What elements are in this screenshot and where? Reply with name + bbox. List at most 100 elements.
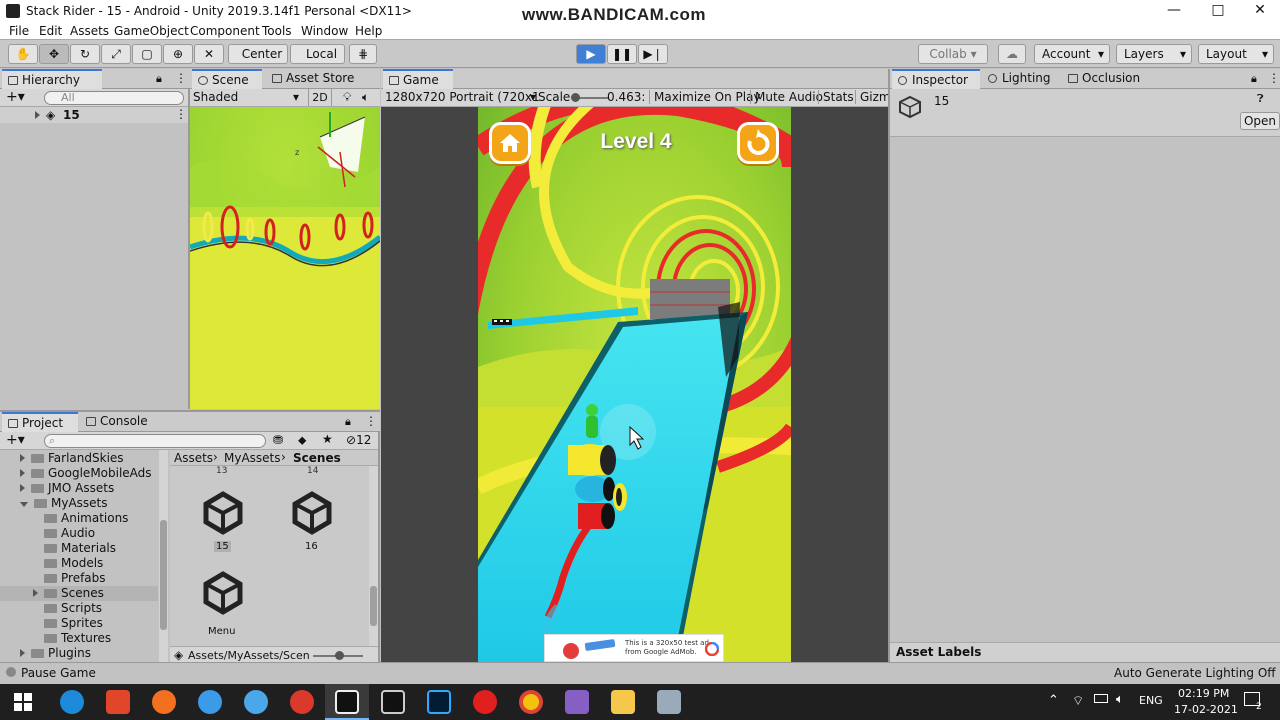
open-button[interactable]: Open xyxy=(1240,112,1280,130)
app-icon[interactable] xyxy=(290,690,314,714)
menu-dots-icon[interactable]: ⋮ xyxy=(365,414,377,428)
pivot-local-button[interactable]: Local xyxy=(290,44,345,64)
vivaldi-icon[interactable] xyxy=(106,690,130,714)
breadcrumb-myassets[interactable]: MyAssets xyxy=(224,451,281,465)
photoshop-icon[interactable] xyxy=(427,690,451,714)
volume-icon[interactable]: 🔈︎ xyxy=(1116,692,1124,707)
tab-scene[interactable]: Scene xyxy=(192,69,262,89)
tab-inspector[interactable]: Inspector xyxy=(892,69,980,89)
maximize-on-play-toggle[interactable]: Maximize On Play xyxy=(649,90,761,104)
breadcrumb-assets[interactable]: Assets xyxy=(174,451,213,465)
tree-item-animations[interactable]: Animations xyxy=(44,511,128,526)
tree-item-plugins[interactable]: Plugins xyxy=(20,646,91,661)
asset-labels-bar[interactable]: Asset Labels xyxy=(890,642,1280,662)
filter-type-icon[interactable]: ⛃ xyxy=(273,433,283,447)
hierarchy-row-scene[interactable]: ◈ 15 ⋮ xyxy=(0,107,188,123)
help-icon[interactable]: ❓︎ xyxy=(1257,92,1264,106)
expand-arrow-icon[interactable] xyxy=(33,589,38,597)
expand-arrow-icon[interactable] xyxy=(20,454,25,462)
lock-icon[interactable]: 🔒︎ xyxy=(156,72,162,86)
breadcrumb-scenes[interactable]: Scenes xyxy=(293,451,341,465)
visual-studio-icon[interactable] xyxy=(565,690,589,714)
tree-item-models[interactable]: Models xyxy=(44,556,103,571)
asset-scene-16[interactable]: 16 xyxy=(283,490,341,560)
lock-icon[interactable]: 🔒︎ xyxy=(1251,72,1257,86)
expand-arrow-icon[interactable] xyxy=(35,111,40,119)
edge-icon[interactable] xyxy=(60,690,84,714)
minimize-button[interactable]: — xyxy=(1152,0,1196,22)
expand-arrow-icon[interactable] xyxy=(20,649,25,657)
tree-item-textures[interactable]: Textures xyxy=(44,631,111,646)
wifi-icon[interactable]: ⌔ xyxy=(1072,693,1084,709)
transform-tool-icon[interactable]: ⊕ xyxy=(163,44,193,64)
tab-game[interactable]: Game xyxy=(383,69,453,89)
battery-icon[interactable] xyxy=(1094,694,1108,703)
layout-dropdown[interactable]: Layout ▾ xyxy=(1198,44,1274,64)
2d-toggle[interactable]: 2D xyxy=(308,89,332,106)
scale-slider[interactable] xyxy=(571,93,608,102)
tab-hierarchy[interactable]: Hierarchy xyxy=(2,69,102,89)
menu-file[interactable]: File xyxy=(9,24,29,38)
menu-dots-icon[interactable]: ⋮ xyxy=(175,107,187,121)
tab-project[interactable]: Project xyxy=(2,412,78,432)
move-tool-icon[interactable]: ✥ xyxy=(39,44,69,64)
lock-icon[interactable]: 🔒︎ xyxy=(345,415,351,429)
tree-item-prefabs[interactable]: Prefabs xyxy=(44,571,106,586)
opera-icon[interactable] xyxy=(473,690,497,714)
menu-assets[interactable]: Assets xyxy=(70,24,109,38)
menu-dots-icon[interactable]: ⋮ xyxy=(175,71,187,85)
light-toggle-icon[interactable]: 💡︎ xyxy=(343,90,351,105)
rect-tool-icon[interactable]: ▢ xyxy=(132,44,162,64)
file-explorer-icon[interactable] xyxy=(611,690,635,714)
resolution-dropdown[interactable]: 1280x720 Portrait (720x1 xyxy=(385,90,540,104)
chevron-up-icon[interactable]: ⌃ xyxy=(1048,693,1059,708)
filter-label-icon[interactable]: ⬥ xyxy=(298,433,306,448)
hand-tool-icon[interactable]: ✋ xyxy=(8,44,38,64)
asset-scene-menu[interactable]: Menu xyxy=(194,570,252,640)
tab-lighting[interactable]: Lighting xyxy=(982,69,1068,89)
restart-button[interactable] xyxy=(737,122,779,164)
firefox-dev-icon[interactable] xyxy=(198,690,222,714)
maximize-button[interactable]: □ xyxy=(1196,0,1240,22)
menu-component[interactable]: Component xyxy=(190,24,260,38)
step-button[interactable]: ▶❘ xyxy=(638,44,668,64)
test-ad-banner[interactable]: This is a 320x50 test ad from Google AdM… xyxy=(544,634,724,662)
close-button[interactable]: ✕ xyxy=(1238,0,1280,22)
layers-dropdown[interactable]: Layers ▾ xyxy=(1116,44,1192,64)
game-viewport[interactable] xyxy=(478,107,791,662)
scrollbar-thumb[interactable] xyxy=(370,586,377,626)
cloud-icon[interactable]: ☁ xyxy=(998,44,1026,64)
pause-button[interactable]: ❚❚ xyxy=(607,44,637,64)
scene-viewport[interactable]: z xyxy=(190,107,380,409)
menu-edit[interactable]: Edit xyxy=(39,24,62,38)
tab-occlusion[interactable]: Occlusion xyxy=(1062,69,1162,89)
clock-date[interactable]: 17-02-2021 xyxy=(1174,703,1238,716)
browser-icon[interactable] xyxy=(244,690,268,714)
tree-item-googlemobileads[interactable]: GoogleMobileAds xyxy=(20,466,152,481)
language-indicator[interactable]: ENG xyxy=(1139,694,1163,707)
asset-scrollbar[interactable] xyxy=(369,466,378,646)
play-button[interactable]: ▶ xyxy=(576,44,606,64)
scrollbar-thumb[interactable] xyxy=(160,520,167,630)
tree-item-myassets[interactable]: MyAssets xyxy=(20,496,108,511)
account-dropdown[interactable]: Account ▾ xyxy=(1034,44,1110,64)
tree-item-farlandskies[interactable]: FarlandSkies xyxy=(20,451,124,466)
menu-tools[interactable]: Tools xyxy=(262,24,292,38)
favorite-icon[interactable]: ★ xyxy=(322,432,333,446)
collapse-arrow-icon[interactable] xyxy=(20,502,28,507)
menu-dots-icon[interactable]: ⋮ xyxy=(1268,71,1280,85)
menu-help[interactable]: Help xyxy=(355,24,382,38)
gizmos-dropdown[interactable]: Gizm xyxy=(855,90,891,104)
expand-arrow-icon[interactable] xyxy=(20,469,25,477)
tree-scrollbar[interactable] xyxy=(159,450,168,664)
slider-handle[interactable] xyxy=(571,93,580,102)
add-icon[interactable]: +▾ xyxy=(6,432,25,448)
tree-item-jmo-assets[interactable]: JMO Assets xyxy=(20,481,114,496)
hidden-packages-toggle[interactable]: ⊘12 xyxy=(346,433,371,447)
grid-snap-icon[interactable]: ⋕ xyxy=(349,44,377,64)
windows-start-icon[interactable] xyxy=(14,693,32,711)
stats-toggle[interactable]: Stats xyxy=(818,90,854,104)
tab-console[interactable]: Console xyxy=(80,412,160,432)
pivot-center-button[interactable]: Center xyxy=(228,44,288,64)
tree-item-materials[interactable]: Materials xyxy=(44,541,116,556)
